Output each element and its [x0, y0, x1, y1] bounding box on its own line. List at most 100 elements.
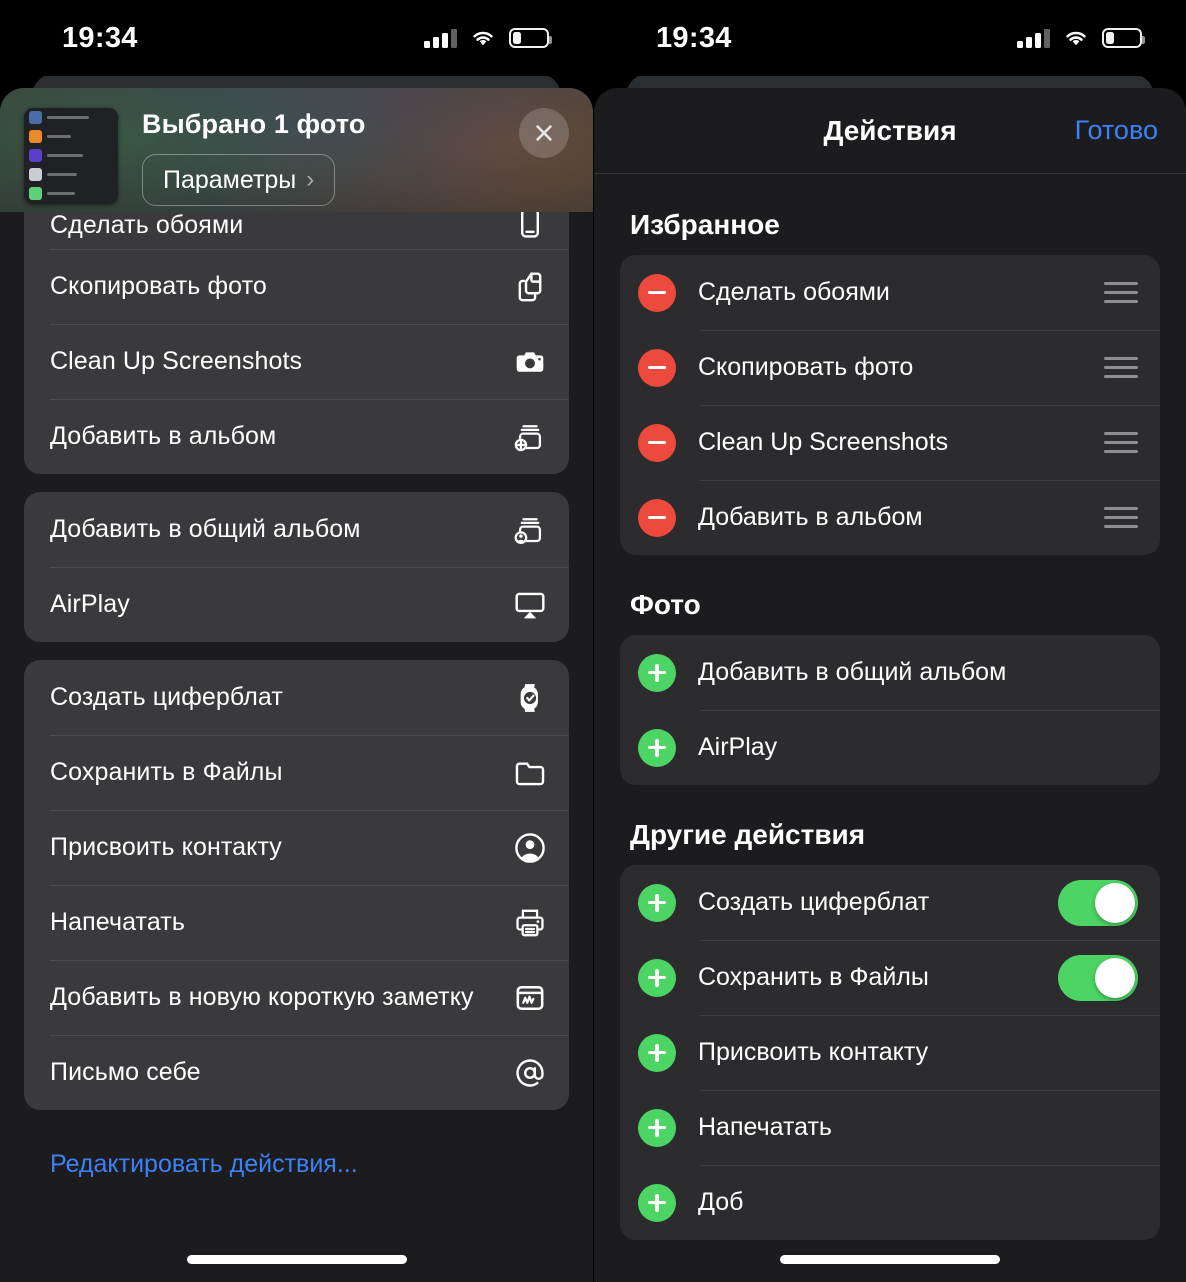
status-time: 19:34	[62, 21, 138, 54]
action-row-make-wallpaper[interactable]: Сделать обоями	[24, 212, 569, 249]
share-sheet-title: Выбрано 1 фото	[142, 109, 366, 139]
status-bar-right: 19:34	[594, 0, 1186, 76]
favorite-row-clean-up-screenshots[interactable]: Clean Up Screenshots	[620, 405, 1160, 480]
options-button[interactable]: Параметры ›	[142, 154, 336, 207]
action-row-airplay[interactable]: AirPlay	[24, 567, 569, 642]
other-actions-group: Создать циферблат Сохранить в Файлы Прис…	[24, 660, 569, 1110]
battery-icon	[509, 28, 552, 48]
section-title-favorites: Избранное	[630, 209, 780, 240]
favorite-label: Скопировать фото	[698, 353, 914, 381]
action-row-clean-up-screenshots[interactable]: Clean Up Screenshots	[24, 324, 569, 399]
share-sheet-header: Выбрано 1 фото Параметры ›	[0, 88, 593, 212]
battery-icon	[1102, 28, 1145, 48]
share-sheet: Выбрано 1 фото Параметры › Сделать обоям…	[0, 88, 593, 1282]
available-row-print[interactable]: Напечатать	[620, 1090, 1160, 1165]
add-button[interactable]	[638, 1183, 676, 1222]
airplay-icon	[513, 588, 547, 622]
action-row-add-to-album[interactable]: Добавить в альбом	[24, 399, 569, 474]
drag-handle-icon[interactable]	[1104, 432, 1138, 453]
minus-icon	[648, 515, 666, 520]
dual-screenshot-container: 19:34 Выбрано 1 фото Параметры › Сделать…	[0, 0, 1186, 1282]
at-sign-icon	[513, 1056, 547, 1090]
action-row-save-to-files[interactable]: Сохранить в Файлы	[24, 735, 569, 810]
favorites-section: Сделать обоями Скопировать фото Clean Up…	[620, 255, 1160, 555]
remove-button[interactable]	[638, 348, 676, 387]
status-time: 19:34	[656, 21, 732, 54]
action-row-assign-to-contact[interactable]: Присвоить контакту	[24, 810, 569, 885]
remove-button[interactable]	[638, 273, 676, 312]
favorite-label: Добавить в альбом	[698, 503, 923, 531]
edit-actions-link[interactable]: Редактировать действия...	[24, 1128, 569, 1179]
available-row-partial[interactable]: Доб	[620, 1165, 1160, 1240]
add-button[interactable]	[638, 883, 676, 922]
minus-icon	[648, 365, 666, 370]
toggle-switch[interactable]	[1058, 879, 1138, 926]
sharing-group: Добавить в общий альбом AirPlay	[24, 492, 569, 642]
remove-button[interactable]	[638, 423, 676, 462]
action-label: Скопировать фото	[50, 272, 267, 300]
favorite-row-add-to-album[interactable]: Добавить в альбом	[620, 480, 1160, 555]
contact-person-icon	[513, 831, 547, 865]
photo-actions-group: Сделать обоями Скопировать фото Clean Up…	[24, 212, 569, 474]
action-row-create-watch-face[interactable]: Создать циферблат	[24, 660, 569, 735]
add-button[interactable]	[638, 728, 676, 767]
folder-icon	[513, 756, 547, 790]
favorite-row-make-wallpaper[interactable]: Сделать обоями	[620, 255, 1160, 330]
options-button-label: Параметры	[163, 165, 297, 194]
action-label: Письмо себе	[50, 1058, 201, 1086]
printer-icon	[513, 906, 547, 940]
available-label: Добавить в общий альбом	[698, 658, 1007, 686]
drag-handle-icon[interactable]	[1104, 282, 1138, 303]
section-title-other-actions: Другие действия	[630, 819, 866, 850]
section-title-photos: Фото	[630, 589, 701, 620]
edit-actions-sheet: Действия Готово Избранное Сделать обоями…	[594, 88, 1186, 1282]
favorite-label: Сделать обоями	[698, 278, 890, 306]
shared-album-icon	[513, 513, 547, 547]
remove-button[interactable]	[638, 498, 676, 537]
page-title: Действия	[823, 114, 957, 146]
camera-icon	[513, 345, 547, 379]
quick-note-icon	[513, 981, 547, 1015]
status-icons	[424, 28, 552, 48]
favorite-row-copy-photo[interactable]: Скопировать фото	[620, 330, 1160, 405]
share-sheet-action-list[interactable]: Сделать обоями Скопировать фото Clean Up…	[0, 212, 593, 1282]
action-row-add-to-shared-album[interactable]: Добавить в общий альбом	[24, 492, 569, 567]
drag-handle-icon[interactable]	[1104, 507, 1138, 528]
favorite-label: Clean Up Screenshots	[698, 428, 949, 456]
add-button[interactable]	[638, 1033, 676, 1072]
home-indicator	[780, 1255, 1000, 1264]
available-label: Доб	[698, 1188, 744, 1216]
available-row-assign-to-contact[interactable]: Присвоить контакту	[620, 1015, 1160, 1090]
action-row-copy-photo[interactable]: Скопировать фото	[24, 249, 569, 324]
close-button[interactable]	[519, 108, 569, 158]
selected-photo-thumbnail[interactable]	[24, 108, 118, 204]
done-button[interactable]: Готово	[1075, 115, 1158, 146]
add-button[interactable]	[638, 958, 676, 997]
status-bar-left: 19:34	[0, 0, 593, 76]
action-label: Добавить в общий альбом	[50, 515, 361, 543]
status-icons	[1017, 28, 1145, 48]
action-label: Добавить в новую короткую заметку	[50, 983, 474, 1011]
available-label: Напечатать	[698, 1113, 832, 1141]
action-label: Сохранить в Файлы	[50, 758, 283, 786]
chevron-right-icon: ›	[306, 166, 315, 194]
toggle-switch[interactable]	[1058, 954, 1138, 1001]
action-row-add-to-quick-note[interactable]: Добавить в новую короткую заметку	[24, 960, 569, 1035]
action-row-email-to-self[interactable]: Письмо себе	[24, 1035, 569, 1110]
action-label: AirPlay	[50, 590, 130, 618]
available-row-airplay[interactable]: AirPlay	[620, 710, 1160, 785]
drag-handle-icon[interactable]	[1104, 357, 1138, 378]
action-row-print[interactable]: Напечатать	[24, 885, 569, 960]
add-button[interactable]	[638, 1108, 676, 1147]
edit-actions-list[interactable]: Избранное Сделать обоями Скопировать фот…	[594, 175, 1186, 1282]
available-row-create-watch-face[interactable]: Создать циферблат	[620, 865, 1160, 940]
available-row-save-to-files[interactable]: Сохранить в Файлы	[620, 940, 1160, 1015]
wallpaper-iphone-icon	[513, 212, 547, 240]
add-button[interactable]	[638, 653, 676, 692]
available-label: Присвоить контакту	[698, 1038, 929, 1066]
cellular-bars-icon	[424, 28, 457, 48]
watch-face-icon	[513, 681, 547, 715]
edit-actions-nav-bar: Действия Готово	[594, 88, 1186, 174]
available-row-add-to-shared-album[interactable]: Добавить в общий альбом	[620, 635, 1160, 710]
action-label: Напечатать	[50, 908, 185, 936]
